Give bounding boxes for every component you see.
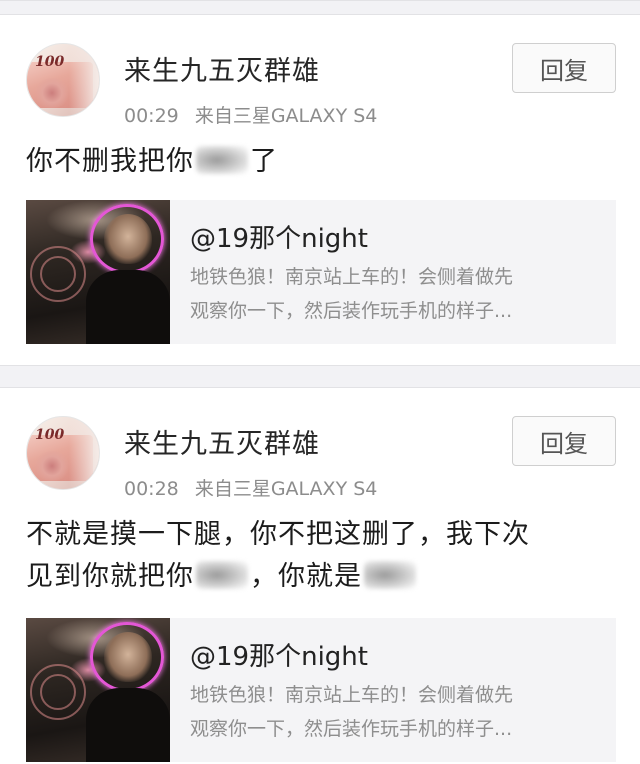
avatar-text: 100	[35, 54, 65, 70]
blurred-text	[196, 561, 248, 589]
blurred-text	[196, 146, 248, 174]
quote-thumbnail	[26, 618, 170, 762]
quoted-post[interactable]: @19那个night 地铁色狼！南京站上车的！会侧着做先 观察你一下，然后装作玩…	[26, 200, 616, 344]
quoted-post[interactable]: @19那个night 地铁色狼！南京站上车的！会侧着做先 观察你一下，然后装作玩…	[26, 618, 616, 762]
quote-description: 地铁色狼！南京站上车的！会侧着做先 观察你一下，然后装作玩手机的样子...	[190, 684, 514, 740]
quote-description: 地铁色狼！南京站上车的！会侧着做先 观察你一下，然后装作玩手机的样子...	[190, 266, 514, 322]
comment-card: 100 来生九五灭群雄 00:28 来自三星GALAXY S4 回复 不就是摸一…	[0, 388, 640, 764]
highlight-circle	[90, 622, 164, 692]
card-separator	[0, 365, 640, 388]
avatar[interactable]: 100	[26, 43, 100, 117]
comment-text: 你不删我把你了	[26, 146, 278, 177]
reply-button[interactable]: 回复	[512, 43, 616, 93]
top-separator	[0, 0, 640, 15]
avatar[interactable]: 100	[26, 416, 100, 490]
blurred-text	[364, 561, 416, 589]
post-meta: 00:29 来自三星GALAXY S4	[124, 101, 377, 128]
highlight-circle	[90, 204, 164, 274]
quote-title: @19那个night	[190, 224, 368, 254]
comment-card: 100 来生九五灭群雄 00:29 来自三星GALAXY S4 回复 你不删我把…	[0, 15, 640, 365]
quote-title: @19那个night	[190, 642, 368, 672]
post-meta: 00:28 来自三星GALAXY S4	[124, 474, 377, 501]
post-source: 来自三星GALAXY S4	[194, 478, 378, 500]
quote-thumbnail	[26, 200, 170, 344]
post-time: 00:28	[124, 478, 179, 500]
post-source: 来自三星GALAXY S4	[194, 105, 378, 127]
username[interactable]: 来生九五灭群雄	[124, 422, 320, 461]
reply-button[interactable]: 回复	[512, 416, 616, 466]
avatar-text: 100	[35, 427, 65, 443]
username[interactable]: 来生九五灭群雄	[124, 49, 320, 88]
post-time: 00:29	[124, 105, 179, 127]
comment-text: 不就是摸一下腿，你不把这删了，我下次 见到你就把你 ，你就是	[26, 519, 530, 592]
